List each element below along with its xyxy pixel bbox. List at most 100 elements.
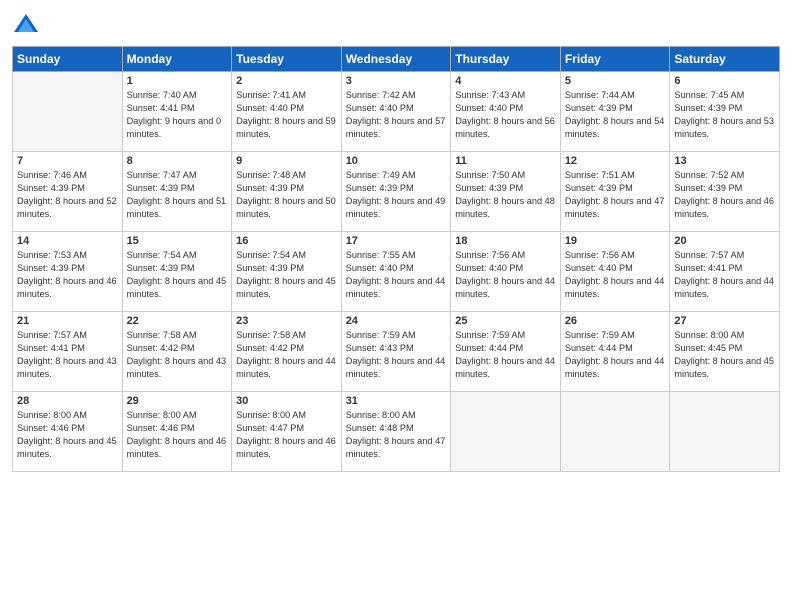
cell-details: Sunrise: 7:57 AMSunset: 4:41 PMDaylight:… [17, 329, 118, 381]
calendar-cell: 27 Sunrise: 8:00 AMSunset: 4:45 PMDayligh… [670, 312, 780, 392]
calendar-cell: 14Sunrise: 7:53 AMSunset: 4:39 PMDayligh… [13, 232, 123, 312]
day-number: 16 [236, 235, 337, 247]
day-number: 17 [346, 235, 447, 247]
day-number: 24 [346, 315, 447, 327]
cell-details: Sunrise: 7:40 AMSunset: 4:41 PMDaylight:… [127, 89, 228, 141]
weekday-header-monday: Monday [122, 47, 232, 72]
calendar-week-2: 7 Sunrise: 7:46 AMSunset: 4:39 PMDaylight… [13, 152, 780, 232]
weekday-header-saturday: Saturday [670, 47, 780, 72]
calendar-cell: 7 Sunrise: 7:46 AMSunset: 4:39 PMDaylight… [13, 152, 123, 232]
cell-details: Sunrise: 7:59 AMSunset: 4:43 PMDaylight:… [346, 329, 447, 381]
cell-details: Sunrise: 8:00 AMSunset: 4:48 PMDaylight:… [346, 409, 447, 461]
cell-details: Sunrise: 7:55 AMSunset: 4:40 PMDaylight:… [346, 249, 447, 301]
cell-details: Sunrise: 8:00 AMSunset: 4:46 PMDaylight:… [127, 409, 228, 461]
cell-details: Sunrise: 7:43 AMSunset: 4:40 PMDaylight:… [455, 89, 556, 141]
weekday-header-friday: Friday [560, 47, 670, 72]
day-number: 28 [17, 395, 118, 407]
calendar-cell: 6 Sunrise: 7:45 AMSunset: 4:39 PMDaylight… [670, 72, 780, 152]
logo [12, 10, 44, 38]
day-number: 1 [127, 75, 228, 87]
cell-details: Sunrise: 7:51 AMSunset: 4:39 PMDaylight:… [565, 169, 666, 221]
day-number: 10 [346, 155, 447, 167]
cell-details: Sunrise: 8:00 AMSunset: 4:47 PMDaylight:… [236, 409, 337, 461]
cell-details: Sunrise: 8:00 AMSunset: 4:45 PMDaylight:… [674, 329, 775, 381]
day-number: 5 [565, 75, 666, 87]
calendar-cell [670, 392, 780, 472]
calendar-week-4: 21 Sunrise: 7:57 AMSunset: 4:41 PMDayligh… [13, 312, 780, 392]
day-number: 21 [17, 315, 118, 327]
cell-details: Sunrise: 7:58 AMSunset: 4:42 PMDaylight:… [127, 329, 228, 381]
calendar-cell: 15 Sunrise: 7:54 AMSunset: 4:39 PMDayligh… [122, 232, 232, 312]
cell-details: Sunrise: 7:46 AMSunset: 4:39 PMDaylight:… [17, 169, 118, 221]
calendar-cell: 30 Sunrise: 8:00 AMSunset: 4:47 PMDayligh… [232, 392, 342, 472]
day-number: 27 [674, 315, 775, 327]
day-number: 6 [674, 75, 775, 87]
day-number: 7 [17, 155, 118, 167]
day-number: 29 [127, 395, 228, 407]
day-number: 22 [127, 315, 228, 327]
cell-details: Sunrise: 7:45 AMSunset: 4:39 PMDaylight:… [674, 89, 775, 141]
calendar-cell: 22 Sunrise: 7:58 AMSunset: 4:42 PMDayligh… [122, 312, 232, 392]
day-number: 11 [455, 155, 556, 167]
calendar-cell: 13 Sunrise: 7:52 AMSunset: 4:39 PMDayligh… [670, 152, 780, 232]
cell-details: Sunrise: 7:42 AMSunset: 4:40 PMDaylight:… [346, 89, 447, 141]
calendar-cell [560, 392, 670, 472]
calendar-cell: 29 Sunrise: 8:00 AMSunset: 4:46 PMDayligh… [122, 392, 232, 472]
calendar-cell: 2 Sunrise: 7:41 AMSunset: 4:40 PMDaylight… [232, 72, 342, 152]
day-number: 20 [674, 235, 775, 247]
calendar-cell: 20 Sunrise: 7:57 AMSunset: 4:41 PMDayligh… [670, 232, 780, 312]
calendar-cell: 26 Sunrise: 7:59 AMSunset: 4:44 PMDayligh… [560, 312, 670, 392]
day-number: 9 [236, 155, 337, 167]
calendar-cell: 5 Sunrise: 7:44 AMSunset: 4:39 PMDaylight… [560, 72, 670, 152]
calendar-cell: 24 Sunrise: 7:59 AMSunset: 4:43 PMDayligh… [341, 312, 451, 392]
weekday-header-tuesday: Tuesday [232, 47, 342, 72]
cell-details: Sunrise: 7:59 AMSunset: 4:44 PMDaylight:… [565, 329, 666, 381]
day-number: 13 [674, 155, 775, 167]
cell-details: Sunrise: 7:54 AMSunset: 4:39 PMDaylight:… [236, 249, 337, 301]
cell-details: Sunrise: 7:58 AMSunset: 4:42 PMDaylight:… [236, 329, 337, 381]
cell-details: Sunrise: 7:52 AMSunset: 4:39 PMDaylight:… [674, 169, 775, 221]
day-number: 3 [346, 75, 447, 87]
day-number: 2 [236, 75, 337, 87]
cell-details: Sunrise: 7:49 AMSunset: 4:39 PMDaylight:… [346, 169, 447, 221]
calendar-week-1: 1 Sunrise: 7:40 AMSunset: 4:41 PMDaylight… [13, 72, 780, 152]
day-number: 26 [565, 315, 666, 327]
calendar-cell: 4Sunrise: 7:43 AMSunset: 4:40 PMDaylight… [451, 72, 561, 152]
calendar-cell: 1 Sunrise: 7:40 AMSunset: 4:41 PMDaylight… [122, 72, 232, 152]
calendar-cell: 25Sunrise: 7:59 AMSunset: 4:44 PMDayligh… [451, 312, 561, 392]
day-number: 30 [236, 395, 337, 407]
calendar-cell [451, 392, 561, 472]
calendar-cell [13, 72, 123, 152]
day-number: 15 [127, 235, 228, 247]
day-number: 14 [17, 235, 118, 247]
weekday-header-wednesday: Wednesday [341, 47, 451, 72]
day-number: 31 [346, 395, 447, 407]
calendar-cell: 23 Sunrise: 7:58 AMSunset: 4:42 PMDayligh… [232, 312, 342, 392]
calendar-cell: 8 Sunrise: 7:47 AMSunset: 4:39 PMDaylight… [122, 152, 232, 232]
calendar-cell: 19Sunrise: 7:56 AMSunset: 4:40 PMDayligh… [560, 232, 670, 312]
cell-details: Sunrise: 7:50 AMSunset: 4:39 PMDaylight:… [455, 169, 556, 221]
cell-details: Sunrise: 8:00 AMSunset: 4:46 PMDaylight:… [17, 409, 118, 461]
cell-details: Sunrise: 7:47 AMSunset: 4:39 PMDaylight:… [127, 169, 228, 221]
calendar-cell: 16 Sunrise: 7:54 AMSunset: 4:39 PMDayligh… [232, 232, 342, 312]
cell-details: Sunrise: 7:48 AMSunset: 4:39 PMDaylight:… [236, 169, 337, 221]
day-number: 12 [565, 155, 666, 167]
day-number: 8 [127, 155, 228, 167]
weekday-header-row: SundayMondayTuesdayWednesdayThursdayFrid… [13, 47, 780, 72]
cell-details: Sunrise: 7:57 AMSunset: 4:41 PMDaylight:… [674, 249, 775, 301]
cell-details: Sunrise: 7:59 AMSunset: 4:44 PMDaylight:… [455, 329, 556, 381]
calendar-cell: 28 Sunrise: 8:00 AMSunset: 4:46 PMDayligh… [13, 392, 123, 472]
calendar-cell: 21 Sunrise: 7:57 AMSunset: 4:41 PMDayligh… [13, 312, 123, 392]
calendar-week-5: 28 Sunrise: 8:00 AMSunset: 4:46 PMDayligh… [13, 392, 780, 472]
calendar-week-3: 14Sunrise: 7:53 AMSunset: 4:39 PMDayligh… [13, 232, 780, 312]
cell-details: Sunrise: 7:54 AMSunset: 4:39 PMDaylight:… [127, 249, 228, 301]
logo-icon [12, 10, 40, 38]
weekday-header-sunday: Sunday [13, 47, 123, 72]
day-number: 23 [236, 315, 337, 327]
calendar-cell: 10 Sunrise: 7:49 AMSunset: 4:39 PMDayligh… [341, 152, 451, 232]
calendar-cell: 17 Sunrise: 7:55 AMSunset: 4:40 PMDayligh… [341, 232, 451, 312]
header [12, 10, 780, 38]
cell-details: Sunrise: 7:41 AMSunset: 4:40 PMDaylight:… [236, 89, 337, 141]
cell-details: Sunrise: 7:44 AMSunset: 4:39 PMDaylight:… [565, 89, 666, 141]
cell-details: Sunrise: 7:56 AMSunset: 4:40 PMDaylight:… [565, 249, 666, 301]
